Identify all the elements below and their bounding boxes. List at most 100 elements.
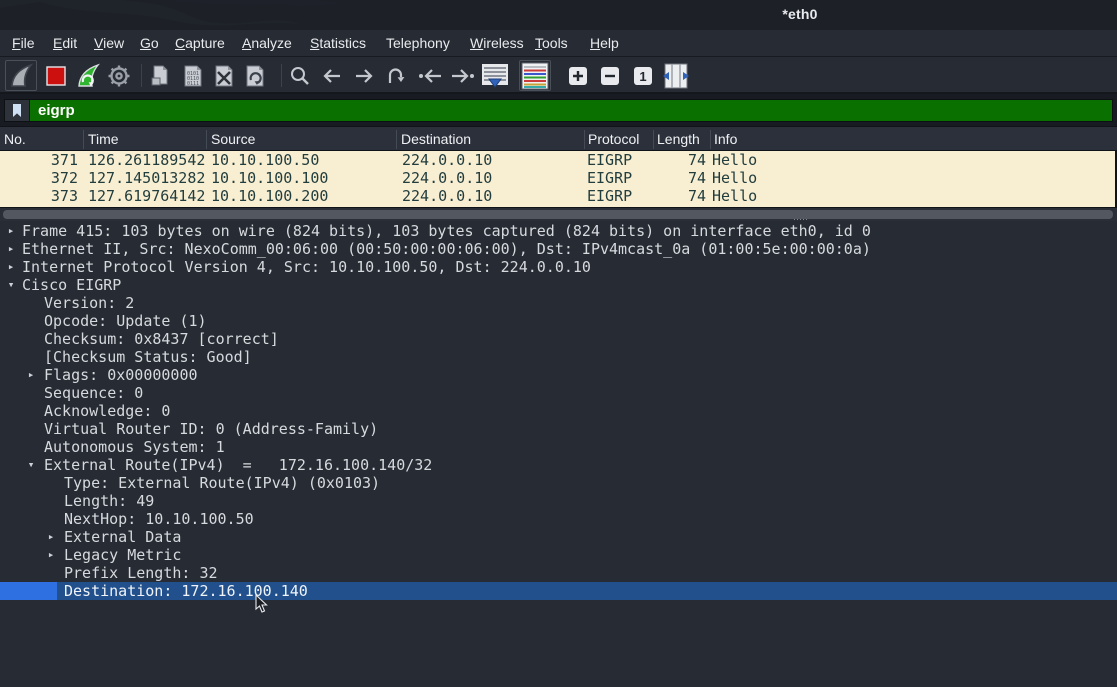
menu-file[interactable]: File <box>10 30 37 56</box>
detail-nexthop[interactable]: NextHop: 10.10.100.50 <box>0 510 1117 528</box>
stop-square-icon <box>45 65 67 87</box>
stop-capture-button[interactable] <box>40 60 72 91</box>
close-file-button[interactable] <box>208 60 240 91</box>
packet-detail-pane: Frame 415: 103 bytes on wire (824 bits),… <box>0 222 1117 687</box>
expander-collapsed-icon[interactable] <box>44 528 58 546</box>
display-filter-input[interactable]: eigrp <box>4 99 1113 122</box>
menu-capture[interactable]: Capture <box>173 30 227 56</box>
kali-dragon-logo <box>0 0 460 30</box>
detail-ip[interactable]: Internet Protocol Version 4, Src: 10.10.… <box>0 258 1117 276</box>
zoom-in-button[interactable] <box>562 60 594 91</box>
detail-autonomous-system[interactable]: Autonomous System: 1 <box>0 438 1117 456</box>
column-header-no[interactable]: No. <box>4 131 26 147</box>
menu-edit[interactable]: Edit <box>51 30 79 56</box>
gear-icon <box>106 63 132 89</box>
menu-go[interactable]: Go <box>138 30 161 56</box>
go-back-button[interactable] <box>316 60 348 91</box>
resize-columns-icon <box>662 63 690 89</box>
restart-capture-button[interactable] <box>72 60 104 91</box>
bookmark-icon <box>10 103 24 118</box>
column-header-protocol[interactable]: Protocol <box>588 131 639 147</box>
packet-row-371[interactable]: 371 126.261189542 10.10.100.50 224.0.0.1… <box>0 151 1117 169</box>
horizontal-scrollbar[interactable] <box>0 207 1117 221</box>
menu-view[interactable]: View <box>92 30 126 56</box>
expander-expanded-icon[interactable] <box>4 276 18 294</box>
scrollbar-thumb[interactable] <box>3 210 1113 219</box>
selection-accent <box>0 582 57 600</box>
arrow-right-dot-icon <box>450 65 476 87</box>
menu-telephony[interactable]: Telephony <box>384 30 452 56</box>
first-packet-button[interactable] <box>414 60 446 91</box>
detail-flags[interactable]: Flags: 0x00000000 <box>0 366 1117 384</box>
detail-eigrp[interactable]: Cisco EIGRP <box>0 276 1117 294</box>
minus-icon <box>600 66 620 86</box>
menu-statistics[interactable]: Statistics <box>308 30 368 56</box>
save-file-button[interactable]: 010101100111 <box>177 60 209 91</box>
packet-row-373[interactable]: 373 127.619764142 10.10.100.200 224.0.0.… <box>0 187 1117 205</box>
detail-acknowledge[interactable]: Acknowledge: 0 <box>0 402 1117 420</box>
arrow-left-icon <box>321 65 343 87</box>
jump-arrow-icon <box>385 65 407 87</box>
zoom-out-button[interactable] <box>594 60 626 91</box>
detail-checksum-status[interactable]: [Checksum Status: Good] <box>0 348 1117 366</box>
detail-prefix-length[interactable]: Prefix Length: 32 <box>0 564 1117 582</box>
auto-scroll-button[interactable] <box>479 60 511 91</box>
filter-bookmark-button[interactable] <box>5 100 30 121</box>
expander-collapsed-icon[interactable] <box>24 366 38 384</box>
find-packet-button[interactable] <box>284 60 316 91</box>
detail-type[interactable]: Type: External Route(IPv4) (0x0103) <box>0 474 1117 492</box>
capture-options-button[interactable] <box>103 60 135 91</box>
plus-icon <box>568 66 588 86</box>
wireshark-window: *eth0 File Edit View Go Capture Analyze … <box>0 0 1117 687</box>
detail-length[interactable]: Length: 49 <box>0 492 1117 510</box>
detail-opcode[interactable]: Opcode: Update (1) <box>0 312 1117 330</box>
close-file-icon <box>212 64 236 88</box>
column-header-destination[interactable]: Destination <box>401 131 471 147</box>
detail-frame[interactable]: Frame 415: 103 bytes on wire (824 bits),… <box>0 222 1117 240</box>
zoom-original-button[interactable]: 1 <box>627 60 659 91</box>
detail-destination-selected[interactable]: Destination: 172.16.100.140 <box>0 582 1117 600</box>
open-file-icon <box>148 64 172 88</box>
expander-collapsed-icon[interactable] <box>4 240 18 258</box>
detail-external-route[interactable]: External Route(IPv4) = 172.16.100.140/32 <box>0 456 1117 474</box>
save-file-icon: 010101100111 <box>181 64 205 88</box>
detail-sequence[interactable]: Sequence: 0 <box>0 384 1117 402</box>
filter-value: eigrp <box>30 102 75 119</box>
menu-analyze[interactable]: Analyze <box>240 30 294 56</box>
expander-collapsed-icon[interactable] <box>4 258 18 276</box>
last-packet-button[interactable] <box>447 60 479 91</box>
reload-file-button[interactable] <box>239 60 271 91</box>
toolbar-separator <box>141 64 142 87</box>
menu-tools[interactable]: Tools <box>533 30 570 56</box>
column-header-time[interactable]: Time <box>88 131 119 147</box>
main-toolbar: 010101100111 <box>0 57 1117 94</box>
svg-text:0111: 0111 <box>187 81 199 87</box>
column-header-source[interactable]: Source <box>211 131 255 147</box>
shark-fin-icon <box>8 63 34 89</box>
detail-version[interactable]: Version: 2 <box>0 294 1117 312</box>
go-to-packet-button[interactable] <box>380 60 412 91</box>
expander-collapsed-icon[interactable] <box>44 546 58 564</box>
detail-virtual-router-id[interactable]: Virtual Router ID: 0 (Address-Family) <box>0 420 1117 438</box>
expander-collapsed-icon[interactable] <box>4 222 18 240</box>
open-file-button[interactable] <box>144 60 176 91</box>
go-forward-button[interactable] <box>348 60 380 91</box>
colorize-button[interactable] <box>519 60 551 91</box>
resize-columns-button[interactable] <box>660 60 692 91</box>
detail-legacy-metric[interactable]: Legacy Metric <box>0 546 1117 564</box>
packet-list-header: No. Time Source Destination Protocol Len… <box>0 126 1117 151</box>
packet-row-372[interactable]: 372 127.145013282 10.10.100.100 224.0.0.… <box>0 169 1117 187</box>
menu-wireless[interactable]: Wireless <box>468 30 526 56</box>
column-header-length[interactable]: Length <box>657 131 700 147</box>
colorize-icon <box>521 62 549 90</box>
detail-external-data[interactable]: External Data <box>0 528 1117 546</box>
detail-ethernet[interactable]: Ethernet II, Src: NexoComm_00:06:00 (00:… <box>0 240 1117 258</box>
expander-expanded-icon[interactable] <box>24 456 38 474</box>
menu-bar: File Edit View Go Capture Analyze Statis… <box>0 30 1117 57</box>
restart-fin-icon <box>75 63 101 89</box>
title-bar: *eth0 <box>0 0 1117 30</box>
column-header-info[interactable]: Info <box>714 131 737 147</box>
start-capture-button[interactable] <box>5 60 37 91</box>
detail-checksum[interactable]: Checksum: 0x8437 [correct] <box>0 330 1117 348</box>
menu-help[interactable]: Help <box>588 30 621 56</box>
